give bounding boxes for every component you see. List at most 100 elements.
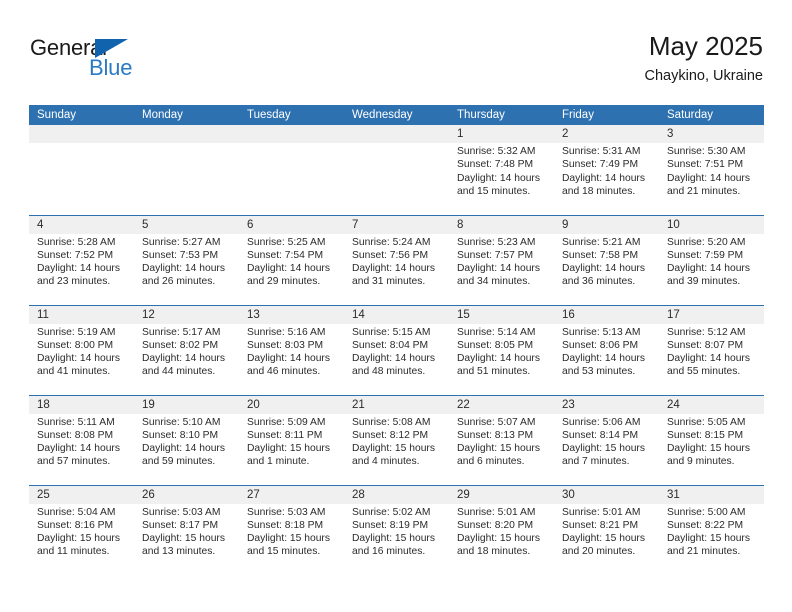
calendar-day-cell[interactable]: 1 Sunrise: 5:32 AM Sunset: 7:48 PM Daylight… <box>449 125 554 215</box>
sun-info-line: and 53 minutes. <box>562 366 636 378</box>
calendar-grid: Sunday Monday Tuesday Wednesday Thursday Frid… <box>29 105 764 575</box>
sun-info-line: Sunset: 8:13 PM <box>457 429 534 441</box>
calendar-day-cell[interactable]: 21 Sunrise: 5:08 AM Sunset: 8:12 PM Dayligh… <box>344 394 449 485</box>
day-sun-info: Sunrise: 5:23 AM Sunset: 7:57 PM Daylight:… <box>449 234 554 289</box>
sun-info-line: Sunset: 8:20 PM <box>457 519 534 531</box>
sun-info-line: Daylight: 14 hours <box>667 172 750 184</box>
sun-info-line: Sunset: 8:00 PM <box>37 339 114 351</box>
calendar-day-cell[interactable]: 12 Sunrise: 5:17 AM Sunset: 8:02 PM Dayligh… <box>134 304 239 395</box>
sun-info-line: Sunrise: 5:27 AM <box>142 236 221 248</box>
sun-info-line: Daylight: 14 hours <box>352 353 435 365</box>
sun-info-line: and 36 minutes. <box>562 276 636 288</box>
calendar-day-cell[interactable]: 6 Sunrise: 5:25 AM Sunset: 7:54 PM Daylight… <box>239 214 344 305</box>
day-number: 19 <box>134 395 239 414</box>
calendar-day-cell[interactable]: 7 Sunrise: 5:24 AM Sunset: 7:56 PM Daylight… <box>344 214 449 305</box>
day-number: 22 <box>449 395 554 414</box>
day-sun-info: Sunrise: 5:04 AM Sunset: 8:16 PM Daylight:… <box>29 504 134 559</box>
calendar-day-cell[interactable]: 3 Sunrise: 5:30 AM Sunset: 7:51 PM Daylight… <box>659 125 764 215</box>
day-sun-info: Sunrise: 5:01 AM Sunset: 8:20 PM Daylight:… <box>449 504 554 559</box>
day-sun-info: Sunrise: 5:27 AM Sunset: 7:53 PM Daylight:… <box>134 234 239 289</box>
sun-info-line: Sunset: 8:10 PM <box>142 429 219 441</box>
day-sun-info: Sunrise: 5:00 AM Sunset: 8:22 PM Daylight:… <box>659 504 764 559</box>
day-sun-info: Sunrise: 5:15 AM Sunset: 8:04 PM Daylight:… <box>344 324 449 379</box>
sun-info-line: Sunrise: 5:07 AM <box>457 416 536 428</box>
calendar-day-cell[interactable]: 4 Sunrise: 5:28 AM Sunset: 7:52 PM Daylight… <box>29 214 134 305</box>
location-subtitle: Chaykino, Ukraine <box>644 68 763 84</box>
day-number: 17 <box>659 305 764 324</box>
brand-logo[interactable]: General Blue <box>29 33 249 91</box>
column-header-tuesday: Tuesday <box>239 105 344 125</box>
sun-info-line: and 39 minutes. <box>667 276 741 288</box>
sun-info-line: and 55 minutes. <box>667 366 741 378</box>
day-sun-info: Sunrise: 5:24 AM Sunset: 7:56 PM Daylight:… <box>344 234 449 289</box>
sun-info-line: Sunrise: 5:24 AM <box>352 236 431 248</box>
sun-info-line: Daylight: 14 hours <box>142 443 225 455</box>
sun-info-line: Sunrise: 5:30 AM <box>667 146 746 157</box>
sun-info-line: and 13 minutes. <box>142 546 216 558</box>
calendar-day-cell[interactable]: 25 Sunrise: 5:04 AM Sunset: 8:16 PM Dayligh… <box>29 484 134 575</box>
calendar-day-cell[interactable]: 30 Sunrise: 5:01 AM Sunset: 8:21 PM Dayligh… <box>554 484 659 575</box>
calendar-day-cell[interactable]: 16 Sunrise: 5:13 AM Sunset: 8:06 PM Dayligh… <box>554 304 659 395</box>
sun-info-line: Daylight: 14 hours <box>667 263 750 275</box>
calendar-day-cell[interactable]: 18 Sunrise: 5:11 AM Sunset: 8:08 PM Dayligh… <box>29 394 134 485</box>
calendar-week-row: 11 Sunrise: 5:19 AM Sunset: 8:00 PM Dayligh… <box>29 304 764 395</box>
sun-info-line: Sunrise: 5:19 AM <box>37 326 116 338</box>
sun-info-line: Sunset: 8:11 PM <box>247 429 323 441</box>
sun-info-line: Daylight: 15 hours <box>352 443 435 455</box>
calendar-day-cell[interactable]: 19 Sunrise: 5:10 AM Sunset: 8:10 PM Dayligh… <box>134 394 239 485</box>
calendar-day-cell[interactable]: 23 Sunrise: 5:06 AM Sunset: 8:14 PM Dayligh… <box>554 394 659 485</box>
column-header-monday: Monday <box>134 105 239 125</box>
calendar-day-cell[interactable]: 26 Sunrise: 5:03 AM Sunset: 8:17 PM Dayligh… <box>134 484 239 575</box>
sun-info-line: Daylight: 15 hours <box>247 533 330 545</box>
day-sun-info: Sunrise: 5:02 AM Sunset: 8:19 PM Daylight:… <box>344 504 449 559</box>
calendar-week-row: 4 Sunrise: 5:28 AM Sunset: 7:52 PM Daylight… <box>29 214 764 305</box>
column-header-thursday: Thursday <box>449 105 554 125</box>
day-number: 7 <box>344 215 449 234</box>
calendar-day-cell[interactable]: 29 Sunrise: 5:01 AM Sunset: 8:20 PM Dayligh… <box>449 484 554 575</box>
calendar-day-cell[interactable]: 28 Sunrise: 5:02 AM Sunset: 8:19 PM Dayligh… <box>344 484 449 575</box>
sun-info-line: Daylight: 14 hours <box>457 263 540 275</box>
calendar-day-cell[interactable]: 14 Sunrise: 5:15 AM Sunset: 8:04 PM Dayligh… <box>344 304 449 395</box>
calendar-day-cell[interactable]: 15 Sunrise: 5:14 AM Sunset: 8:05 PM Dayligh… <box>449 304 554 395</box>
day-number: 24 <box>659 395 764 414</box>
sun-info-line: Sunrise: 5:12 AM <box>667 326 746 338</box>
calendar-day-cell[interactable]: 17 Sunrise: 5:12 AM Sunset: 8:07 PM Dayligh… <box>659 304 764 395</box>
sun-info-line: Sunset: 8:22 PM <box>667 519 744 531</box>
sun-info-line: Daylight: 15 hours <box>37 533 120 545</box>
day-number <box>344 125 449 143</box>
day-number: 25 <box>29 485 134 504</box>
calendar-day-cell[interactable]: 31 Sunrise: 5:00 AM Sunset: 8:22 PM Dayligh… <box>659 484 764 575</box>
day-number: 3 <box>659 125 764 143</box>
calendar-day-cell[interactable]: 24 Sunrise: 5:05 AM Sunset: 8:15 PM Dayligh… <box>659 394 764 485</box>
sun-info-line: Sunrise: 5:28 AM <box>37 236 116 248</box>
sun-info-line: and 31 minutes. <box>352 276 426 288</box>
sun-info-line: and 29 minutes. <box>247 276 321 288</box>
sun-info-line: Daylight: 14 hours <box>37 443 120 455</box>
calendar-day-cell[interactable]: 27 Sunrise: 5:03 AM Sunset: 8:18 PM Dayligh… <box>239 484 344 575</box>
day-sun-info: Sunrise: 5:03 AM Sunset: 8:18 PM Daylight:… <box>239 504 344 559</box>
sun-info-line: Sunrise: 5:09 AM <box>247 416 326 428</box>
calendar-day-cell[interactable]: 13 Sunrise: 5:16 AM Sunset: 8:03 PM Dayligh… <box>239 304 344 395</box>
day-number: 6 <box>239 215 344 234</box>
sun-info-line: Sunset: 8:12 PM <box>352 429 429 441</box>
sun-info-line: Sunrise: 5:05 AM <box>667 416 746 428</box>
sun-info-line: Sunset: 7:57 PM <box>457 249 534 261</box>
calendar-day-cell[interactable]: 8 Sunrise: 5:23 AM Sunset: 7:57 PM Daylight… <box>449 214 554 305</box>
day-sun-info: Sunrise: 5:16 AM Sunset: 8:03 PM Daylight:… <box>239 324 344 379</box>
day-sun-info: Sunrise: 5:07 AM Sunset: 8:13 PM Daylight:… <box>449 414 554 469</box>
calendar-day-cell[interactable]: 5 Sunrise: 5:27 AM Sunset: 7:53 PM Daylight… <box>134 214 239 305</box>
sun-info-line: Sunset: 7:56 PM <box>352 249 429 261</box>
sun-info-line: and 57 minutes. <box>37 456 111 468</box>
sun-info-line: Daylight: 15 hours <box>352 533 435 545</box>
calendar-day-cell[interactable]: 22 Sunrise: 5:07 AM Sunset: 8:13 PM Dayligh… <box>449 394 554 485</box>
calendar-day-cell[interactable]: 2 Sunrise: 5:31 AM Sunset: 7:49 PM Daylight… <box>554 125 659 215</box>
sun-info-line: Daylight: 14 hours <box>562 172 645 184</box>
sun-info-line: and 23 minutes. <box>37 276 111 288</box>
calendar-day-cell[interactable]: 9 Sunrise: 5:21 AM Sunset: 7:58 PM Daylight… <box>554 214 659 305</box>
calendar-day-cell[interactable]: 20 Sunrise: 5:09 AM Sunset: 8:11 PM Dayligh… <box>239 394 344 485</box>
calendar-week-row: 18 Sunrise: 5:11 AM Sunset: 8:08 PM Dayligh… <box>29 394 764 485</box>
calendar-day-cell[interactable]: 11 Sunrise: 5:19 AM Sunset: 8:00 PM Dayligh… <box>29 304 134 395</box>
calendar-day-cell[interactable]: 10 Sunrise: 5:20 AM Sunset: 7:59 PM Dayligh… <box>659 214 764 305</box>
sun-info-line: Sunset: 8:02 PM <box>142 339 219 351</box>
calendar-week-row: 25 Sunrise: 5:04 AM Sunset: 8:16 PM Dayligh… <box>29 484 764 575</box>
